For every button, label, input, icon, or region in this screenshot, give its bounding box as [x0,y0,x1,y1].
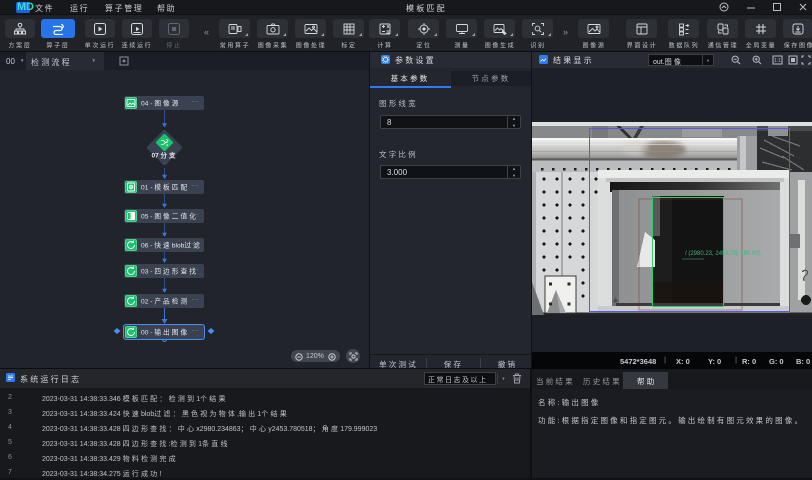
svg-text:…: … [162,160,168,166]
svg-text:07 分支: 07 分支 [151,151,177,160]
svg-text:/ (2980.23, 2453.78, 180.00): / (2980.23, 2453.78, 180.00) [685,251,761,257]
svg-text:1:1: 1:1 [774,58,781,64]
